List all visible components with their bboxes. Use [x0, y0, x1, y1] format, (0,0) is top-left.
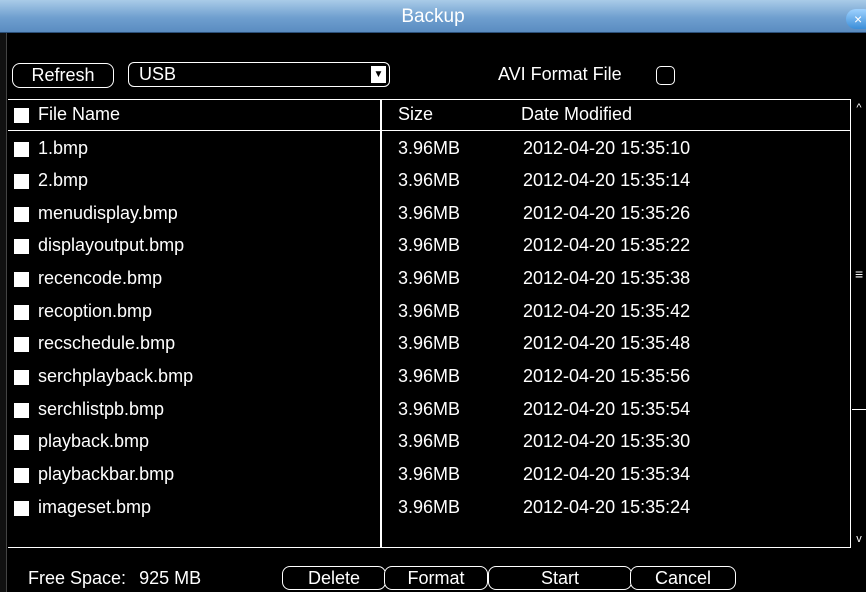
row-date-modified: 2012-04-20 15:35:34 [523, 464, 691, 484]
delete-button[interactable]: Delete [282, 566, 386, 590]
row-checkbox[interactable] [14, 239, 29, 254]
refresh-button[interactable]: Refresh [12, 63, 114, 88]
row-date-modified: 2012-04-20 15:35:26 [523, 203, 691, 223]
select-all-checkbox[interactable] [14, 108, 29, 123]
column-header-date[interactable]: Date Modified [521, 104, 632, 125]
row-date-modified: 2012-04-20 15:35:38 [523, 268, 691, 288]
cancel-button[interactable]: Cancel [630, 566, 736, 590]
row-file-size: 3.96MB [398, 431, 461, 451]
column-header-size[interactable]: Size [398, 104, 433, 125]
delete-button-label: Delete [307, 568, 361, 588]
device-select-value: USB [139, 64, 177, 84]
row-file-name: serchplayback.bmp [38, 366, 194, 386]
row-date-modified: 2012-04-20 15:35:42 [523, 301, 691, 321]
row-checkbox[interactable] [14, 305, 29, 320]
scroll-up-icon[interactable]: ^ [853, 101, 865, 115]
row-date-modified: 2012-04-20 15:35:30 [523, 431, 691, 451]
scrollbar-thumb[interactable]: ≡ [852, 119, 866, 410]
column-divider [380, 99, 382, 548]
free-space-value: 925 MB [139, 568, 202, 588]
avi-format-label: AVI Format File [498, 64, 622, 84]
avi-format-checkbox[interactable] [656, 66, 675, 85]
free-space-info: Free Space: 925 MB [28, 568, 201, 589]
start-button-label: Start [540, 568, 579, 588]
row-checkbox[interactable] [14, 207, 29, 222]
cancel-button-label: Cancel [654, 568, 712, 588]
row-checkbox[interactable] [14, 435, 29, 450]
device-select[interactable]: USB ▼ [128, 62, 390, 87]
row-checkbox[interactable] [14, 337, 29, 352]
row-checkbox[interactable] [14, 272, 29, 287]
row-date-modified: 2012-04-20 15:35:24 [523, 497, 691, 517]
scroll-down-icon[interactable]: v [853, 532, 865, 546]
format-button[interactable]: Format [384, 566, 488, 590]
scroll-grip-icon: ≡ [855, 266, 864, 282]
close-icon[interactable]: × [846, 9, 866, 29]
row-file-name: recschedule.bmp [38, 333, 176, 353]
row-date-modified: 2012-04-20 15:35:22 [523, 235, 691, 255]
row-date-modified: 2012-04-20 15:35:10 [523, 138, 691, 158]
row-file-size: 3.96MB [398, 333, 461, 353]
row-file-size: 3.96MB [398, 138, 461, 158]
row-file-name: 2.bmp [38, 170, 89, 190]
row-checkbox[interactable] [14, 142, 29, 157]
row-file-name: displayoutput.bmp [38, 235, 185, 255]
row-file-size: 3.96MB [398, 301, 461, 321]
row-file-size: 3.96MB [398, 203, 461, 223]
row-checkbox[interactable] [14, 174, 29, 189]
title-bar: Backup × [0, 0, 866, 33]
row-file-name: imageset.bmp [38, 497, 152, 517]
window-left-edge [0, 33, 7, 592]
row-checkbox[interactable] [14, 403, 29, 418]
row-file-size: 3.96MB [398, 497, 461, 517]
start-button[interactable]: Start [488, 566, 632, 590]
row-date-modified: 2012-04-20 15:35:56 [523, 366, 691, 386]
row-date-modified: 2012-04-20 15:35:48 [523, 333, 691, 353]
row-checkbox[interactable] [14, 370, 29, 385]
row-file-size: 3.96MB [398, 399, 461, 419]
free-space-label: Free Space: [28, 568, 127, 588]
row-file-name: playback.bmp [38, 431, 150, 451]
row-file-name: serchlistpb.bmp [38, 399, 165, 419]
row-checkbox[interactable] [14, 468, 29, 483]
row-checkbox[interactable] [14, 501, 29, 516]
row-file-name: menudisplay.bmp [38, 203, 178, 223]
row-file-size: 3.96MB [398, 235, 461, 255]
row-file-name: 1.bmp [38, 138, 89, 158]
vertical-scrollbar[interactable]: ^ ≡ v [850, 99, 866, 548]
header-divider [8, 130, 850, 131]
row-file-name: recencode.bmp [38, 268, 163, 288]
window-title: Backup [401, 6, 465, 27]
row-file-size: 3.96MB [398, 366, 461, 386]
row-date-modified: 2012-04-20 15:35:54 [523, 399, 691, 419]
chevron-down-icon[interactable]: ▼ [371, 66, 386, 83]
refresh-button-label: Refresh [31, 65, 95, 85]
row-file-size: 3.96MB [398, 464, 461, 484]
row-date-modified: 2012-04-20 15:35:14 [523, 170, 691, 190]
row-file-name: recoption.bmp [38, 301, 153, 321]
row-file-name: playbackbar.bmp [38, 464, 175, 484]
column-header-name[interactable]: File Name [38, 104, 120, 125]
format-button-label: Format [407, 568, 465, 588]
row-file-size: 3.96MB [398, 268, 461, 288]
row-file-size: 3.96MB [398, 170, 461, 190]
